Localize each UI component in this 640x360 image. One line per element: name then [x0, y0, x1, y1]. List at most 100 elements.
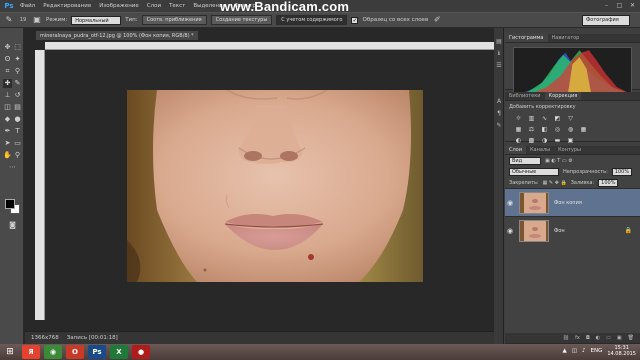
brush-picker[interactable]: 19	[18, 15, 28, 25]
posterize-icon[interactable]: ▩	[528, 137, 535, 144]
clone-stamp-tool-icon[interactable]: ⊥	[3, 91, 12, 100]
photo-filter-icon[interactable]: ◎	[554, 126, 561, 133]
character-icon[interactable]: A	[495, 98, 503, 106]
history-icon[interactable]: ▤	[495, 38, 503, 46]
type-content-aware-button[interactable]: С учетом содержимого	[276, 15, 348, 25]
face-photo[interactable]	[127, 90, 423, 282]
delete-layer-icon[interactable]: 🗑	[628, 335, 634, 341]
gradient-map-icon[interactable]: ▬	[554, 137, 561, 144]
color-lookup-icon[interactable]: ▦	[580, 126, 587, 133]
brush-tool-icon[interactable]: ✎	[13, 79, 22, 88]
layer-name[interactable]: Фон копия	[554, 200, 582, 206]
blur-tool-icon[interactable]: ◆	[3, 115, 12, 124]
fill-input[interactable]: 100%	[598, 178, 619, 187]
vibrance-icon[interactable]: ▽	[567, 115, 574, 122]
tab-paths[interactable]: Контуры	[554, 146, 585, 154]
gradient-tool-icon[interactable]: ▤	[13, 103, 22, 112]
close-icon[interactable]: ✕	[629, 2, 636, 9]
tab-layers[interactable]: Слои	[505, 146, 526, 154]
language-indicator[interactable]: ENG	[591, 348, 603, 354]
crop-tool-icon[interactable]: ⌗	[3, 67, 12, 76]
eraser-tool-icon[interactable]: ◫	[3, 103, 12, 112]
minimize-icon[interactable]: –	[603, 2, 610, 9]
document-tab[interactable]: mineralnaya_pudra_otf-12.jpg @ 100% (Фон…	[35, 30, 199, 40]
info-icon[interactable]: ℹ	[495, 50, 503, 58]
volume-icon[interactable]: ♪	[582, 348, 586, 354]
paragraph-icon[interactable]: ¶	[495, 110, 503, 118]
lock-icons[interactable]: ▦ ✎ ✥ 🔒	[543, 180, 567, 186]
pen-tool-icon[interactable]: ✒	[3, 127, 12, 136]
shape-tool-icon[interactable]: ▭	[13, 139, 22, 148]
chrome-icon[interactable]: ◉	[44, 345, 62, 359]
type-texture-button[interactable]: Создание текстуры	[210, 15, 273, 25]
menu-edit[interactable]: Редактирование	[39, 3, 95, 9]
layer-row-background-copy[interactable]: ◉ Фон копия	[505, 188, 640, 216]
levels-icon[interactable]: ▥	[528, 115, 535, 122]
history-brush-tool-icon[interactable]: ↺	[13, 91, 22, 100]
clock[interactable]: 15:31 14.08.2015	[607, 345, 636, 357]
eyedropper-tool-icon[interactable]: ⚲	[13, 67, 22, 76]
layer-name[interactable]: Фон	[554, 228, 565, 234]
menu-image[interactable]: Изображение	[95, 3, 143, 9]
zoom-tool-icon[interactable]: ⚲	[13, 151, 22, 160]
type-proximity-button[interactable]: Соотв. приближения	[141, 15, 207, 25]
workspace-select[interactable]: Фотография	[582, 15, 630, 26]
lasso-tool-icon[interactable]: ʘ	[3, 55, 12, 64]
photoshop-taskbar-icon[interactable]: Ps	[88, 345, 106, 359]
adjustment-layer-icon[interactable]: ◐	[596, 335, 600, 341]
color-balance-icon[interactable]: ⚖	[528, 126, 535, 133]
black-white-icon[interactable]: ◧	[541, 126, 548, 133]
hue-saturation-icon[interactable]: ▦	[515, 126, 522, 133]
type-tool-icon[interactable]: T	[13, 127, 22, 136]
menu-file[interactable]: Файл	[16, 3, 39, 9]
tab-channels[interactable]: Каналы	[526, 146, 554, 154]
properties-icon[interactable]: ☰	[495, 62, 503, 70]
maximize-icon[interactable]: □	[616, 2, 623, 9]
quick-mask-icon[interactable]: ◙	[8, 221, 17, 230]
brightness-icon[interactable]: ☼	[515, 115, 522, 122]
menu-type[interactable]: Текст	[165, 3, 189, 9]
brush-preset-icon[interactable]: ✎	[495, 122, 503, 130]
marquee-tool-icon[interactable]: ⬚	[13, 43, 22, 52]
dodge-tool-icon[interactable]: ●	[13, 115, 22, 124]
excel-icon[interactable]: X	[110, 345, 128, 359]
network-icon[interactable]: ◫	[572, 348, 577, 354]
layer-style-icon[interactable]: fx	[575, 335, 580, 341]
add-mask-icon[interactable]: ◘	[586, 335, 590, 341]
foreground-color-swatch[interactable]	[5, 199, 15, 209]
bandicam-icon[interactable]: ●	[132, 345, 150, 359]
canvas[interactable]	[45, 50, 494, 320]
more-tools-icon[interactable]: ⋯	[8, 163, 17, 172]
opacity-input[interactable]: 100%	[611, 167, 632, 176]
yandex-browser-icon[interactable]: Я	[22, 345, 40, 359]
exposure-icon[interactable]: ◩	[554, 115, 561, 122]
menu-layers[interactable]: Слои	[143, 3, 165, 9]
quick-select-tool-icon[interactable]: ✦	[13, 55, 22, 64]
tray-arrow-icon[interactable]: ▲	[563, 348, 567, 354]
invert-icon[interactable]: ◐	[515, 137, 522, 144]
tab-adjustments[interactable]: Коррекция	[544, 92, 582, 100]
link-layers-icon[interactable]: ⛓	[563, 335, 569, 341]
group-icon[interactable]: ▭	[606, 335, 611, 341]
filter-icons[interactable]: ▣ ◐ T ▭ ⚙	[545, 158, 573, 164]
path-select-tool-icon[interactable]: ➤	[3, 139, 12, 148]
selective-color-icon[interactable]: ▣	[567, 137, 574, 144]
visibility-eye-icon[interactable]: ◉	[505, 199, 515, 207]
curves-icon[interactable]: ∿	[541, 115, 548, 122]
pressure-icon[interactable]: ✐	[432, 15, 442, 25]
healing-brush-tool-icon[interactable]: ✚	[3, 79, 12, 88]
tab-libraries[interactable]: Библиотеки	[505, 92, 545, 100]
start-button[interactable]: ⊞	[2, 345, 18, 359]
tab-histogram[interactable]: Гистограмма	[505, 34, 548, 42]
visibility-eye-icon[interactable]: ◉	[505, 227, 515, 235]
new-layer-icon[interactable]: ▣	[617, 335, 622, 341]
hand-tool-icon[interactable]: ✋	[3, 151, 12, 160]
move-tool-icon[interactable]: ✥	[3, 43, 12, 52]
layer-row-background[interactable]: ◉ Фон 🔒	[505, 216, 640, 244]
sample-all-checkbox[interactable]: ✓	[351, 16, 359, 24]
layer-filter-select[interactable]: Вид	[509, 156, 541, 165]
brush-settings-icon[interactable]: ▣	[32, 15, 42, 25]
threshold-icon[interactable]: ◑	[541, 137, 548, 144]
blend-mode-select[interactable]: Обычные	[509, 167, 559, 176]
opera-icon[interactable]: O	[66, 345, 84, 359]
